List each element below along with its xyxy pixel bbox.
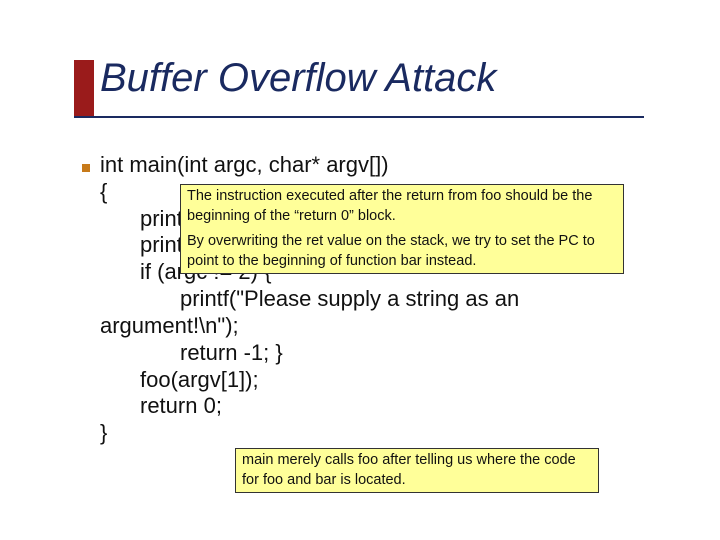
code-line: printf("Please supply a string as an xyxy=(180,286,640,313)
callout-bottom: main merely calls foo after telling us w… xyxy=(235,448,599,493)
callout-text: The instruction executed after the retur… xyxy=(187,187,617,226)
callout-text: By overwriting the ret value on the stac… xyxy=(187,232,617,271)
code-line: return 0; xyxy=(140,393,640,420)
code-line: } xyxy=(100,420,640,447)
callout-text: main merely calls foo after telling us w… xyxy=(242,452,576,488)
callout-top: The instruction executed after the retur… xyxy=(180,184,624,274)
bullet-icon xyxy=(82,164,90,172)
title-underline xyxy=(74,116,644,118)
slide-title: Buffer Overflow Attack xyxy=(100,56,496,101)
title-accent-bar xyxy=(74,60,94,116)
code-line: return -1; } xyxy=(180,340,640,367)
code-line: int main(int argc, char* argv[]) xyxy=(100,152,640,179)
code-line: foo(argv[1]); xyxy=(140,367,640,394)
code-line: argument!\n"); xyxy=(100,313,640,340)
